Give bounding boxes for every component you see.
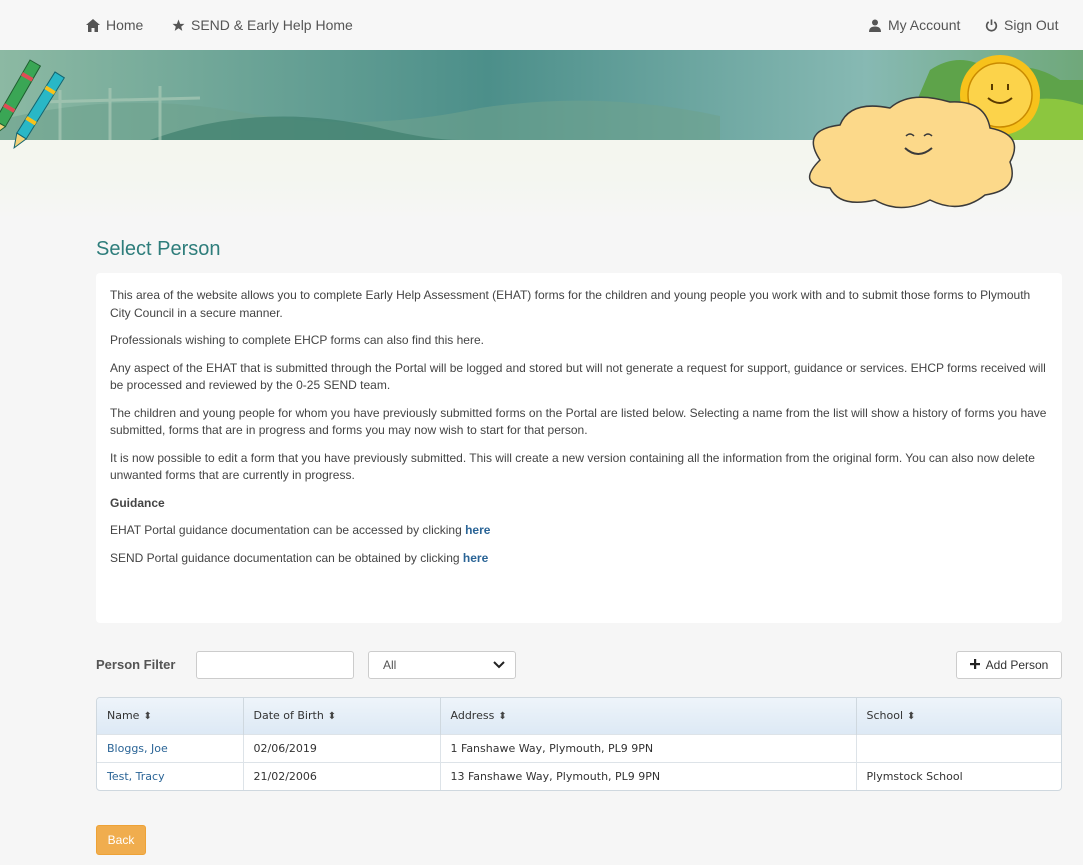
person-address: 13 Fanshawe Way, Plymouth, PL9 9PN (440, 761, 857, 790)
ehat-guidance-text: EHAT Portal guidance documentation can b… (110, 523, 466, 537)
nav-my-account-link[interactable]: My Account (868, 17, 960, 33)
add-person-button[interactable]: Add Person (956, 651, 1062, 679)
column-header-address[interactable]: Address ⬍ (440, 698, 857, 734)
table-header-row: Name ⬍ Date of Birth ⬍ Address ⬍ School ⬍ (97, 698, 1061, 734)
header-banner (0, 50, 1083, 220)
nav-sign-out-link[interactable]: Sign Out (984, 17, 1058, 33)
nav-send-home-label: SEND & Early Help Home (191, 17, 353, 33)
chevron-down-icon (493, 658, 505, 672)
nav-send-home-link[interactable]: SEND & Early Help Home (171, 17, 353, 33)
filter-row: Person Filter All Add Person (96, 650, 1062, 680)
nav-home-label: Home (106, 17, 144, 33)
user-icon (868, 18, 882, 32)
banner-illustration (0, 50, 1083, 220)
ehat-guidance-link[interactable]: here (465, 523, 490, 537)
table-row[interactable]: Test, Tracy 21/02/2006 13 Fanshawe Way, … (97, 761, 1061, 790)
intro-paragraph-4: The children and young people for whom y… (110, 405, 1047, 438)
table-row[interactable]: Bloggs, Joe 02/06/2019 1 Fanshawe Way, P… (97, 733, 1061, 762)
column-header-school-label: School (866, 709, 904, 723)
intro-panel: This area of the website allows you to c… (96, 273, 1062, 623)
intro-paragraph-1: This area of the website allows you to c… (110, 288, 1031, 320)
send-guidance-link[interactable]: here (463, 551, 488, 565)
person-dob: 02/06/2019 (243, 733, 441, 762)
top-navigation: Home SEND & Early Help Home My Account S… (0, 0, 1083, 50)
add-person-label: Add Person (985, 658, 1049, 672)
back-button[interactable]: Back (96, 825, 146, 855)
power-icon (984, 18, 998, 32)
column-header-dob[interactable]: Date of Birth ⬍ (243, 698, 441, 734)
intro-paragraph-2: Professionals wishing to complete EHCP f… (110, 333, 484, 347)
column-header-name-label: Name (107, 709, 140, 723)
person-school: Plymstock School (856, 761, 1061, 790)
column-header-school[interactable]: School ⬍ (856, 698, 1061, 734)
main-content: Select Person This area of the website a… (96, 228, 1062, 855)
home-icon (86, 18, 100, 32)
intro-paragraph-3: Any aspect of the EHAT that is submitted… (110, 360, 1046, 393)
send-guidance-line: SEND Portal guidance documentation can b… (110, 550, 1048, 568)
sort-icon: ⬍ (907, 711, 916, 723)
nav-home-link[interactable]: Home (86, 17, 143, 33)
person-address: 1 Fanshawe Way, Plymouth, PL9 9PN (440, 733, 857, 762)
guidance-heading: Guidance (110, 495, 165, 510)
sort-icon: ⬍ (327, 711, 337, 723)
plus-icon (969, 658, 980, 672)
nav-my-account-label: My Account (888, 17, 961, 33)
sort-icon: ⬍ (498, 711, 507, 723)
person-filter-select[interactable]: All (368, 651, 516, 679)
intro-paragraph-5: It is now possible to edit a form that y… (110, 450, 1035, 483)
send-guidance-text: SEND Portal guidance documentation can b… (110, 550, 463, 565)
person-filter-label: Person Filter (96, 657, 176, 672)
person-name-link[interactable]: Test, Tracy (97, 761, 244, 790)
person-filter-select-value: All (383, 658, 397, 672)
person-filter-input[interactable] (196, 651, 354, 679)
person-table: Name ⬍ Date of Birth ⬍ Address ⬍ School ⬍ Bl… (96, 697, 1062, 791)
sort-icon: ⬍ (143, 711, 152, 723)
star-icon (171, 18, 185, 32)
column-header-dob-label: Date of Birth (253, 709, 324, 723)
column-header-name[interactable]: Name ⬍ (97, 698, 244, 734)
page-title: Select Person (96, 238, 221, 260)
person-dob: 21/02/2006 (243, 761, 441, 790)
ehat-guidance-line: EHAT Portal guidance documentation can b… (110, 522, 1048, 540)
person-name-link[interactable]: Bloggs, Joe (97, 733, 244, 762)
column-header-address-label: Address (450, 709, 495, 723)
person-school (856, 733, 1061, 762)
nav-sign-out-label: Sign Out (1004, 17, 1059, 33)
